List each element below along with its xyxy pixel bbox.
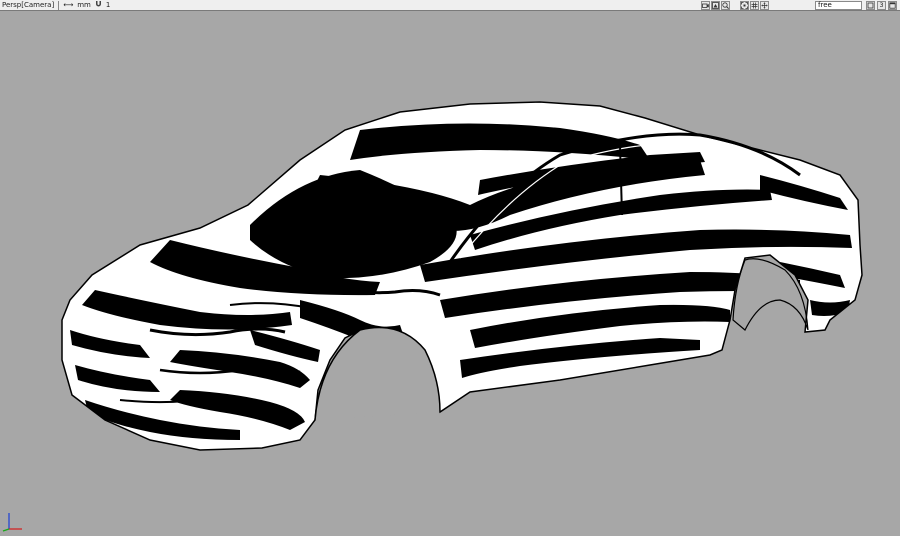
camera-name[interactable]: Persp[Camera] [2,0,54,11]
magnet-icon[interactable] [95,0,102,11]
render-icon[interactable] [711,1,720,10]
viewport-title-bar: Persp[Camera] ⟷ mm 1 [2,0,110,11]
grid-icon[interactable] [750,1,759,10]
y-axis-line [2,528,10,532]
toggle-icon[interactable] [866,1,875,10]
snap-value[interactable]: 1 [106,0,110,11]
axis-triad [0,507,26,532]
3d-viewport[interactable] [0,11,900,532]
camera-icon[interactable] [701,1,710,10]
viewport-header: Persp[Camera] ⟷ mm 1 free 3 [0,0,900,11]
layout-icon[interactable]: 3 [877,1,886,10]
move-view-icon[interactable] [760,1,769,10]
maximize-icon[interactable] [888,1,897,10]
viewport-toolbar [701,0,769,11]
fit-view-icon[interactable] [740,1,749,10]
units-arrow-icon: ⟷ [63,1,74,9]
zoom-icon[interactable] [721,1,730,10]
viewport-window-controls: 3 [866,0,897,11]
layout-number: 3 [879,2,884,9]
view-mode-dropdown[interactable]: free [815,1,862,10]
header-divider [58,1,60,10]
zebra-car-model[interactable] [0,11,900,532]
units-label[interactable]: mm [77,0,91,11]
